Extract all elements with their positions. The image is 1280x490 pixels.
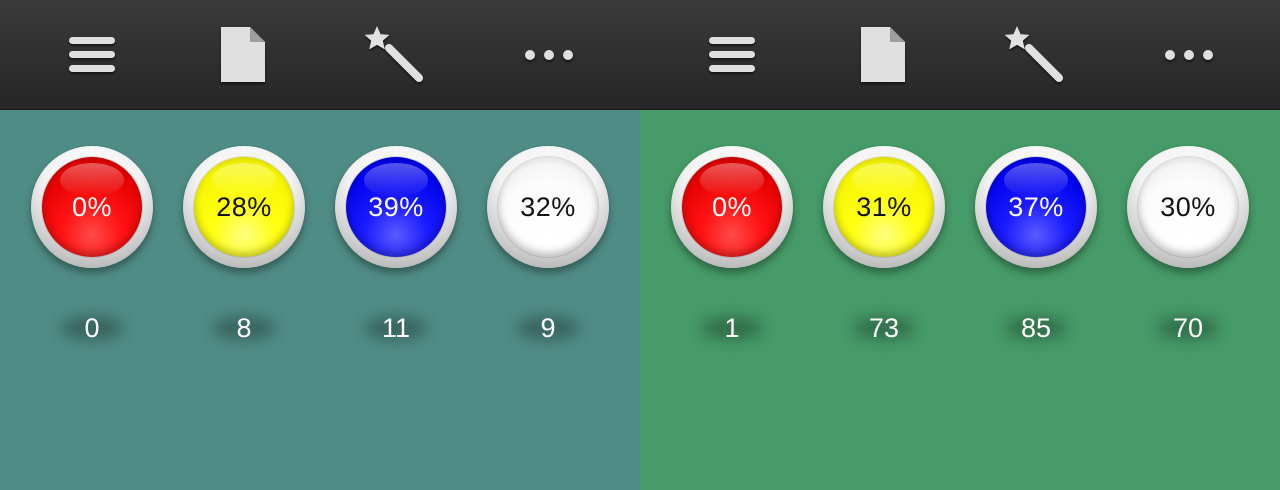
toolbar [640,0,1280,110]
document-icon [861,27,905,82]
results-area: 0% 31% 37% 30% 1 73 85 70 [640,110,1280,490]
magic-wand-icon [1004,26,1063,82]
menu-button[interactable] [57,20,127,90]
menu-icon [69,37,115,72]
white-ball-button[interactable]: 32% [487,146,609,268]
more-button[interactable] [1154,20,1224,90]
blue-count: 85 [991,310,1081,346]
white-ball-percent: 32% [520,191,576,222]
white-ball-percent: 30% [1160,191,1216,222]
blue-ball-button[interactable]: 39% [335,146,457,268]
document-button[interactable] [208,20,278,90]
document-button[interactable] [848,20,918,90]
blue-ball-button[interactable]: 37% [975,146,1097,268]
blue-ball-percent: 39% [368,191,424,222]
more-icon [525,50,573,60]
magic-wand-button[interactable] [360,20,430,90]
red-ball-percent: 0% [71,191,113,222]
white-ball-button[interactable]: 30% [1127,146,1249,268]
menu-icon [709,37,755,72]
red-count: 0 [47,310,137,346]
red-ball-button[interactable]: 0% [31,146,153,268]
more-icon [1165,50,1213,60]
yellow-ball-button[interactable]: 28% [183,146,305,268]
blue-ball-percent: 37% [1008,191,1064,222]
yellow-ball-percent: 28% [216,191,272,222]
right-panel: 0% 31% 37% 30% 1 73 85 70 [640,0,1280,490]
toolbar [0,0,640,110]
blue-count: 11 [351,310,441,346]
menu-button[interactable] [697,20,767,90]
yellow-ball-percent: 31% [856,191,912,222]
white-count: 9 [503,310,593,346]
white-count: 70 [1143,310,1233,346]
yellow-count: 8 [199,310,289,346]
more-button[interactable] [514,20,584,90]
red-ball-button[interactable]: 0% [671,146,793,268]
yellow-count: 73 [839,310,929,346]
magic-wand-icon [364,26,423,82]
document-icon [221,27,265,82]
red-count: 1 [687,310,777,346]
yellow-ball-button[interactable]: 31% [823,146,945,268]
magic-wand-button[interactable] [1000,20,1070,90]
left-panel: 0% 28% 39% 32% 0 8 11 9 [0,0,640,490]
red-ball-percent: 0% [711,191,753,222]
results-area: 0% 28% 39% 32% 0 8 11 9 [0,110,640,490]
